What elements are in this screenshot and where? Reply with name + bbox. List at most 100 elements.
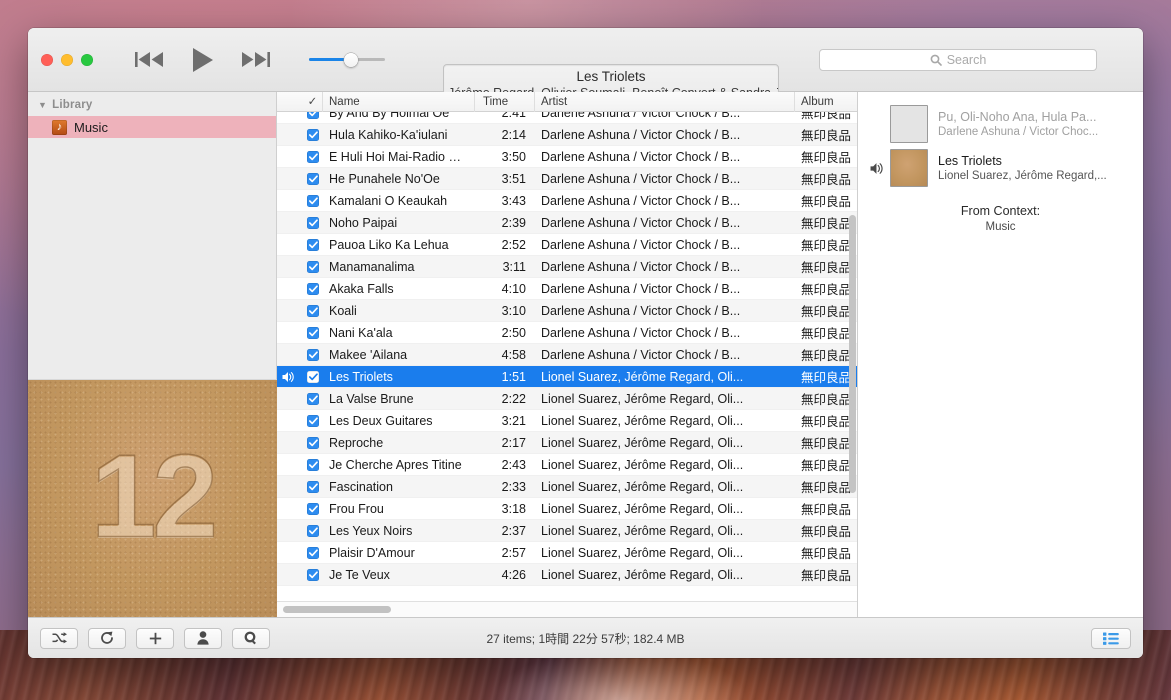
- row-checkbox-cell[interactable]: [303, 112, 323, 119]
- track-checkbox[interactable]: [307, 173, 319, 185]
- table-row[interactable]: Nani Ka'ala2:50Darlene Ashuna / Victor C…: [277, 322, 857, 344]
- track-checkbox[interactable]: [307, 503, 319, 515]
- column-header-album[interactable]: Album: [795, 92, 857, 112]
- row-checkbox-cell[interactable]: [303, 481, 323, 493]
- table-row[interactable]: Pauoa Liko Ka Lehua2:52Darlene Ashuna / …: [277, 234, 857, 256]
- track-checkbox[interactable]: [307, 129, 319, 141]
- track-checkbox[interactable]: [307, 261, 319, 273]
- chevron-down-icon[interactable]: ▼: [38, 100, 47, 110]
- table-row[interactable]: Manamanalima3:11Darlene Ashuna / Victor …: [277, 256, 857, 278]
- sidebar-item-music[interactable]: Music: [28, 116, 276, 138]
- table-row[interactable]: Kamalani O Keaukah3:43Darlene Ashuna / V…: [277, 190, 857, 212]
- list-item[interactable]: Les TrioletsLionel Suarez, Jérôme Regard…: [858, 146, 1143, 190]
- row-track-artist: Darlene Ashuna / Victor Chock / B...: [535, 150, 795, 164]
- table-row[interactable]: Les Yeux Noirs2:37Lionel Suarez, Jérôme …: [277, 520, 857, 542]
- row-checkbox-cell[interactable]: [303, 503, 323, 515]
- row-checkbox-cell[interactable]: [303, 525, 323, 537]
- track-checkbox[interactable]: [307, 547, 319, 559]
- row-checkbox-cell[interactable]: [303, 349, 323, 361]
- track-checkbox[interactable]: [307, 481, 319, 493]
- table-row[interactable]: E Huli Hoi Mai-Radio Hula3:50Darlene Ash…: [277, 146, 857, 168]
- row-checkbox-cell[interactable]: [303, 195, 323, 207]
- track-checkbox[interactable]: [307, 459, 319, 471]
- table-row[interactable]: Plaisir D'Amour2:57Lionel Suarez, Jérôme…: [277, 542, 857, 564]
- shuffle-button[interactable]: [40, 628, 78, 649]
- column-header-name[interactable]: Name: [323, 92, 475, 112]
- table-row[interactable]: Frou Frou3:18Lionel Suarez, Jérôme Regar…: [277, 498, 857, 520]
- checkmark-icon: [309, 112, 318, 117]
- row-checkbox-cell[interactable]: [303, 283, 323, 295]
- row-checkbox-cell[interactable]: [303, 393, 323, 405]
- track-checkbox[interactable]: [307, 569, 319, 581]
- account-button[interactable]: [184, 628, 222, 649]
- row-checkbox-cell[interactable]: [303, 437, 323, 449]
- zoom-button[interactable]: [81, 54, 93, 66]
- column-header-artist[interactable]: Artist: [535, 92, 795, 112]
- table-row[interactable]: He Punahele No'Oe3:51Darlene Ashuna / Vi…: [277, 168, 857, 190]
- table-row[interactable]: Noho Paipai2:39Darlene Ashuna / Victor C…: [277, 212, 857, 234]
- repeat-button[interactable]: [88, 628, 126, 649]
- row-checkbox-cell[interactable]: [303, 173, 323, 185]
- track-checkbox[interactable]: [307, 195, 319, 207]
- table-row[interactable]: Je Cherche Apres Titine2:43Lionel Suarez…: [277, 454, 857, 476]
- row-checkbox-cell[interactable]: [303, 459, 323, 471]
- table-row[interactable]: Les Deux Guitares3:21Lionel Suarez, Jérô…: [277, 410, 857, 432]
- track-checkbox[interactable]: [307, 371, 319, 383]
- add-playlist-button[interactable]: [136, 628, 174, 649]
- row-track-name: Les Deux Guitares: [323, 414, 475, 428]
- table-row[interactable]: Makee 'Ailana4:58Darlene Ashuna / Victor…: [277, 344, 857, 366]
- vertical-scrollbar[interactable]: [849, 134, 856, 583]
- previous-track-button[interactable]: [135, 51, 165, 68]
- track-checkbox[interactable]: [307, 327, 319, 339]
- row-checkbox-cell[interactable]: [303, 239, 323, 251]
- row-checkbox-cell[interactable]: [303, 305, 323, 317]
- genius-button[interactable]: [232, 628, 270, 649]
- table-row[interactable]: Je Te Veux4:26Lionel Suarez, Jérôme Rega…: [277, 564, 857, 586]
- table-row[interactable]: By And By Hoimai Oe2:41Darlene Ashuna / …: [277, 112, 857, 124]
- volume-knob[interactable]: [344, 53, 358, 67]
- track-checkbox[interactable]: [307, 239, 319, 251]
- track-checkbox[interactable]: [307, 283, 319, 295]
- list-view-button[interactable]: [1091, 628, 1131, 649]
- row-checkbox-cell[interactable]: [303, 217, 323, 229]
- row-checkbox-cell[interactable]: [303, 129, 323, 141]
- row-checkbox-cell[interactable]: [303, 151, 323, 163]
- table-row[interactable]: Koali3:10Darlene Ashuna / Victor Chock /…: [277, 300, 857, 322]
- close-button[interactable]: [41, 54, 53, 66]
- row-checkbox-cell[interactable]: [303, 327, 323, 339]
- table-row[interactable]: La Valse Brune2:22Lionel Suarez, Jérôme …: [277, 388, 857, 410]
- row-checkbox-cell[interactable]: [303, 547, 323, 559]
- track-checkbox[interactable]: [307, 415, 319, 427]
- track-checkbox[interactable]: [307, 437, 319, 449]
- vertical-scrollbar-thumb[interactable]: [849, 215, 856, 493]
- row-checkbox-cell[interactable]: [303, 371, 323, 383]
- column-header-time[interactable]: Time: [475, 92, 535, 112]
- track-checkbox[interactable]: [307, 525, 319, 537]
- track-checkbox[interactable]: [307, 112, 319, 119]
- row-checkbox-cell[interactable]: [303, 415, 323, 427]
- next-track-button[interactable]: [241, 51, 271, 68]
- play-button[interactable]: [191, 47, 215, 73]
- list-item[interactable]: Pu, Oli-Noho Ana, Hula Pa...Darlene Ashu…: [858, 102, 1143, 146]
- table-row[interactable]: Hula Kahiko-Ka'iulani2:14Darlene Ashuna …: [277, 124, 857, 146]
- table-row[interactable]: Fascination2:33Lionel Suarez, Jérôme Reg…: [277, 476, 857, 498]
- row-checkbox-cell[interactable]: [303, 261, 323, 273]
- table-row[interactable]: Akaka Falls4:10Darlene Ashuna / Victor C…: [277, 278, 857, 300]
- sidebar-section-header[interactable]: ▼ Library: [28, 92, 276, 116]
- track-checkbox[interactable]: [307, 217, 319, 229]
- search-input[interactable]: Search: [819, 49, 1097, 71]
- column-header-checkbox[interactable]: ✓: [303, 92, 323, 112]
- minimize-button[interactable]: [61, 54, 73, 66]
- track-checkbox[interactable]: [307, 305, 319, 317]
- volume-slider[interactable]: [309, 58, 385, 61]
- table-row[interactable]: Reproche2:17Lionel Suarez, Jérôme Regard…: [277, 432, 857, 454]
- track-checkbox[interactable]: [307, 349, 319, 361]
- track-scroll-region[interactable]: By And By Hoimai Oe2:41Darlene Ashuna / …: [277, 112, 857, 601]
- table-row[interactable]: Les Triolets1:51Lionel Suarez, Jérôme Re…: [277, 366, 857, 388]
- track-checkbox[interactable]: [307, 393, 319, 405]
- row-checkbox-cell[interactable]: [303, 569, 323, 581]
- horizontal-scrollbar-thumb[interactable]: [283, 606, 391, 613]
- album-artwork[interactable]: 12: [28, 379, 277, 617]
- track-checkbox[interactable]: [307, 151, 319, 163]
- horizontal-scrollbar[interactable]: [277, 601, 857, 617]
